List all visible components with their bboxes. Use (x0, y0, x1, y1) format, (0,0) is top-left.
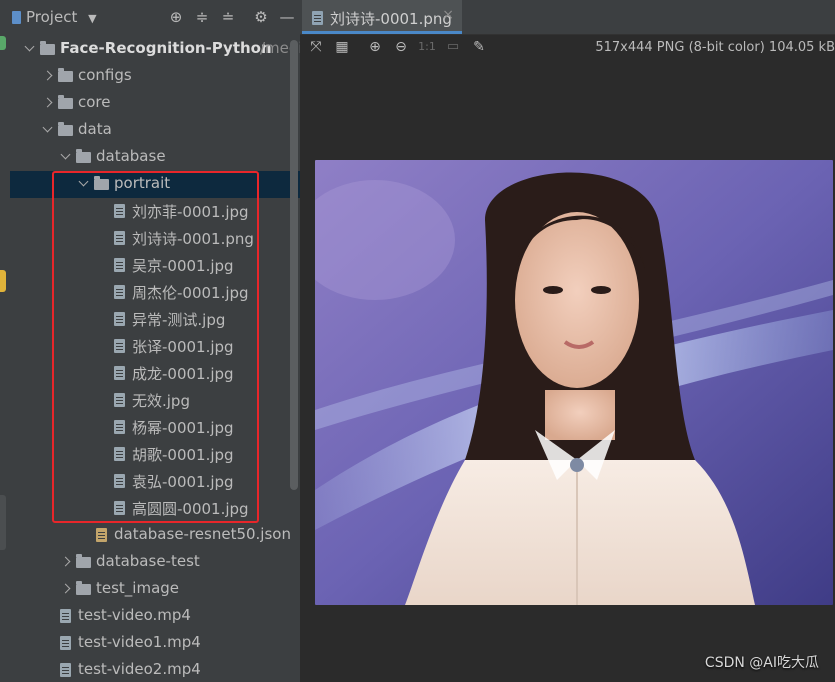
watermark-text: CSDN @AI吃大瓜 (704, 655, 819, 671)
grid-icon[interactable]: ▦ (333, 38, 351, 56)
tree-item-label: data (78, 120, 112, 138)
minimize-icon[interactable]: — (278, 8, 296, 26)
tree-folder-row[interactable]: database-test (10, 549, 300, 576)
strip-indicator-gray[interactable] (0, 495, 6, 550)
project-panel: Project ▼ ⊕ ≑ ≐ ⚙ — Face-Recognition-Pyt… (10, 0, 300, 682)
tree-item-label: Face-Recognition-Python (60, 39, 272, 57)
tree-folder-row[interactable]: test_image (10, 576, 300, 603)
image-toolbar: ⤧ ▦ ⊕ ⊖ 1:1 ▭ ✎ 517x444 PNG (8-bit color… (300, 35, 835, 61)
tree-item-label: configs (78, 66, 132, 84)
tree-file-row[interactable]: test-video1.mp4 (10, 630, 300, 657)
close-icon[interactable]: × (442, 7, 454, 23)
folder-icon (76, 149, 91, 163)
actual-size-icon[interactable]: 1:1 (418, 38, 436, 56)
collapse-all-icon[interactable]: ≐ (219, 8, 237, 26)
file-icon (60, 663, 71, 677)
folder-icon (58, 122, 73, 136)
project-icon (12, 11, 21, 24)
tree-item-label: core (78, 93, 111, 111)
project-header: Project ▼ ⊕ ≑ ≐ ⚙ — (10, 0, 300, 36)
tree-item-label: test_image (96, 579, 180, 597)
folder-icon (76, 554, 91, 568)
chevron-right-icon[interactable] (42, 96, 54, 110)
tree-item-label: test-video1.mp4 (78, 633, 201, 651)
expand-all-icon[interactable]: ≑ (193, 8, 211, 26)
zoom-in-icon[interactable]: ⊕ (366, 38, 384, 56)
tree-folder-row[interactable]: data (10, 117, 300, 144)
tree-item-label: test-video2.mp4 (78, 660, 201, 678)
project-view-selector[interactable]: Project ▼ (26, 8, 97, 26)
chevron-down-icon[interactable] (24, 42, 36, 56)
zoom-out-icon[interactable]: ⊖ (392, 38, 410, 56)
folder-icon (58, 68, 73, 82)
file-icon (60, 636, 71, 650)
chevron-right-icon[interactable] (42, 69, 54, 83)
chevron-down-icon: ▼ (88, 12, 97, 25)
tab-label: 刘诗诗-0001.png (330, 10, 452, 28)
chevron-down-icon[interactable] (42, 123, 54, 137)
tree-file-row[interactable]: database-resnet50.json (10, 522, 300, 549)
editor-tab-bar: 刘诗诗-0001.png × (300, 0, 835, 35)
gear-icon[interactable]: ⚙ (252, 8, 270, 26)
background-icon[interactable]: ▭ (444, 38, 462, 56)
file-icon (60, 609, 71, 623)
tree-folder-row[interactable]: Face-Recognition-Python/media/dm (10, 36, 300, 63)
chevron-right-icon[interactable] (60, 582, 72, 596)
strip-indicator-green[interactable] (0, 36, 6, 50)
project-title: Project (26, 8, 78, 26)
folder-icon (40, 41, 55, 55)
tree-item-label: database (96, 147, 166, 165)
portrait-photo (315, 160, 833, 605)
target-icon[interactable]: ⊕ (167, 8, 185, 26)
editor-tab[interactable]: 刘诗诗-0001.png × (302, 0, 462, 34)
image-file-icon (312, 11, 323, 25)
tree-item-label: test-video.mp4 (78, 606, 191, 624)
folder-icon (58, 95, 73, 109)
tree-item-label: database-test (96, 552, 200, 570)
image-editor: 刘诗诗-0001.png × ⤧ ▦ ⊕ ⊖ 1:1 ▭ ✎ 517x444 P… (300, 0, 835, 682)
color-picker-icon[interactable]: ✎ (470, 38, 488, 56)
json-file-icon (96, 528, 107, 542)
chevron-right-icon[interactable] (60, 555, 72, 569)
strip-indicator-yellow[interactable] (0, 270, 6, 292)
tree-folder-row[interactable]: configs (10, 63, 300, 90)
tree-scrollbar[interactable] (290, 40, 298, 490)
left-tool-strip (0, 0, 10, 682)
chevron-down-icon[interactable] (60, 150, 72, 164)
image-preview (315, 160, 833, 605)
folder-icon (76, 581, 91, 595)
tree-file-row[interactable]: test-video.mp4 (10, 603, 300, 630)
tree-file-row[interactable]: test-video2.mp4 (10, 657, 300, 682)
tree-item-label: database-resnet50.json (114, 525, 291, 543)
tree-folder-row[interactable]: database (10, 144, 300, 171)
fit-icon[interactable]: ⤧ (307, 38, 325, 56)
tree-folder-row[interactable]: core (10, 90, 300, 117)
image-info: 517x444 PNG (8-bit color) 104.05 kB (595, 40, 835, 55)
highlight-annotation (52, 171, 259, 523)
